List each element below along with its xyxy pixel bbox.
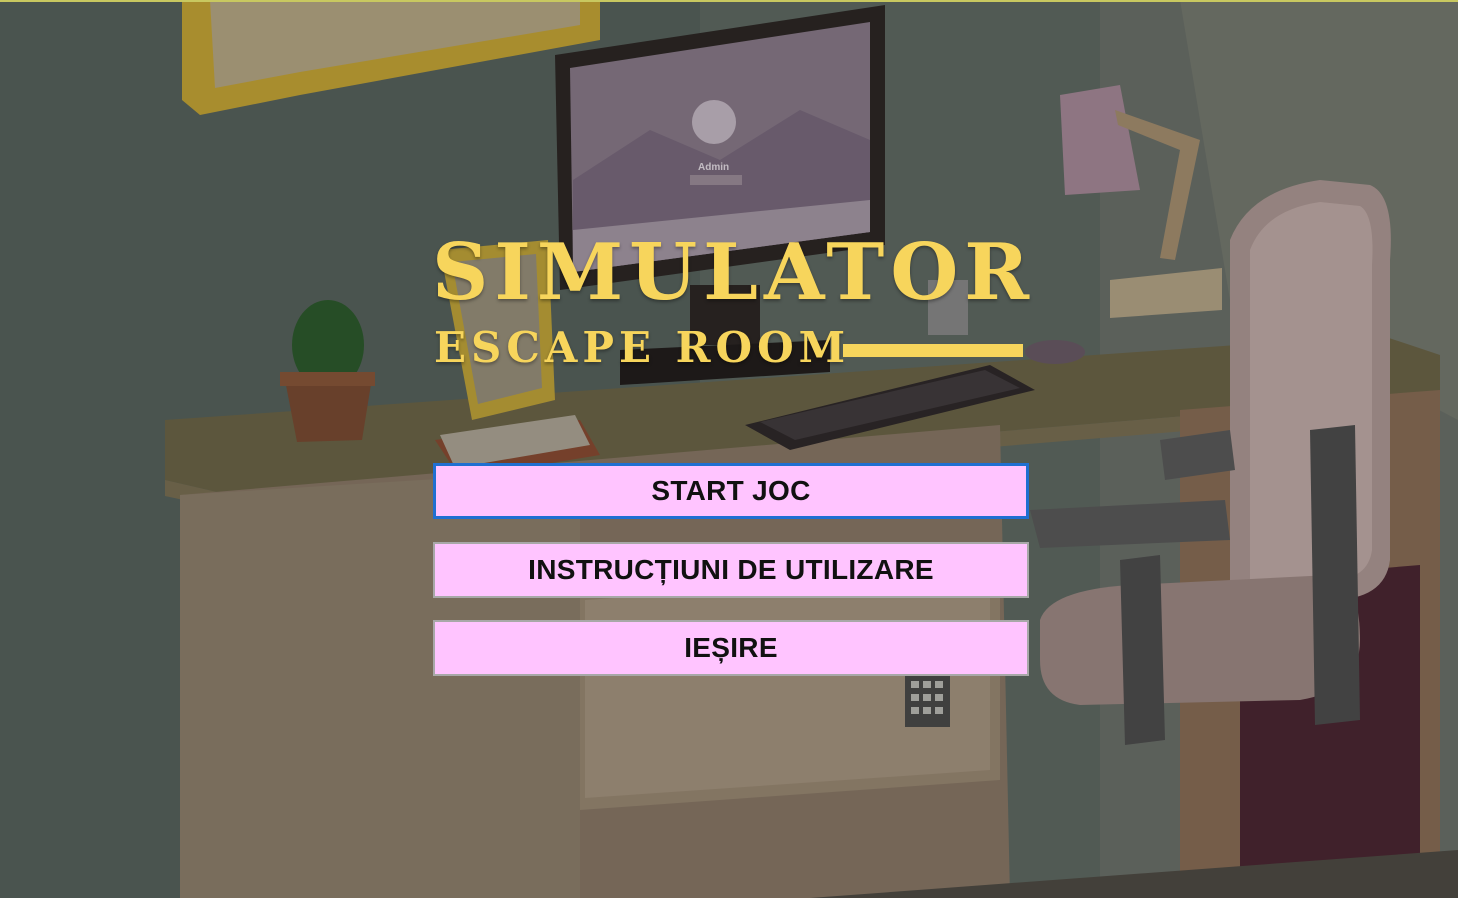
background-room-illustration: Admin bbox=[0, 0, 1458, 898]
title-main: SIMULATOR bbox=[432, 227, 1036, 318]
game-title-logo: SIMULATOR ESCAPE ROOM bbox=[432, 232, 1032, 382]
title-underline-bar bbox=[843, 344, 1023, 357]
instructions-button[interactable]: INSTRUCȚIUNI DE UTILIZARE bbox=[433, 542, 1029, 598]
exit-button[interactable]: IEȘIRE bbox=[433, 620, 1029, 676]
monitor-login-username: Admin bbox=[698, 162, 729, 173]
start-game-button[interactable]: START JOC bbox=[433, 463, 1029, 519]
window-top-strip bbox=[0, 0, 1458, 2]
title-subtitle: ESCAPE ROOM bbox=[434, 323, 851, 372]
